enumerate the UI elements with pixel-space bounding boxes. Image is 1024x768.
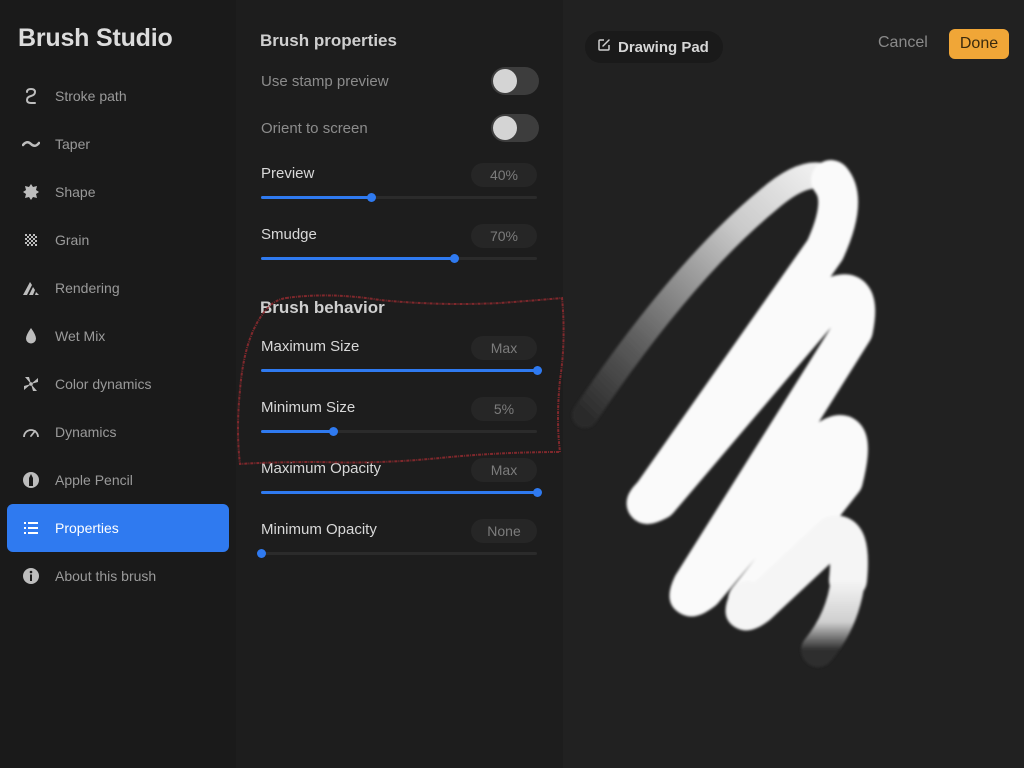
slider-fill [261,430,333,433]
slider-label: Minimum Opacity [261,521,377,538]
sidebar-item-label: Grain [55,232,90,248]
sidebar-item-properties[interactable]: Properties [7,504,229,552]
grain-icon [7,231,55,249]
sidebar-item-label: Rendering [55,280,120,296]
sidebar-item-shape[interactable]: Shape [7,168,229,216]
stroke-path-icon [7,87,55,105]
shape-icon [7,183,55,201]
sidebar-item-rendering[interactable]: Rendering [7,264,229,312]
list-icon [7,519,55,537]
sidebar-item-label: Taper [55,136,91,152]
smudge-slider[interactable] [261,254,537,263]
sidebar-item-label: Dynamics [55,424,117,440]
info-icon [7,567,55,585]
maximum-size-slider-row: Maximum Size Max [261,336,542,388]
smudge-slider-row: Smudge 70% [261,224,539,276]
drawing-pad-title[interactable]: Drawing Pad [585,31,723,63]
slider-label: Smudge [261,226,317,243]
sidebar-item-label: About this brush [55,568,157,584]
rendering-icon [7,279,55,297]
minimum-size-slider[interactable] [261,427,537,436]
slider-fill [261,196,372,199]
sidebar-item-label: Shape [55,184,96,200]
done-button[interactable]: Done [949,29,1009,59]
sidebar-item-label: Wet Mix [55,328,106,344]
toggle-label: Orient to screen [261,119,368,137]
taper-icon [7,135,55,153]
edit-icon [597,38,611,56]
orient-to-screen-toggle[interactable] [491,114,539,142]
sidebar-nav: Stroke path Taper Shape Grain Rendering … [7,72,229,600]
color-dynamics-icon [7,375,55,393]
use-stamp-preview-row: Use stamp preview [261,66,539,96]
toggle-label: Use stamp preview [261,72,389,90]
minimum-opacity-slider-row: Minimum Opacity None [257,519,539,571]
sidebar-item-about-this-brush[interactable]: About this brush [7,552,229,600]
slider-value[interactable]: 5% [471,397,537,421]
slider-label: Maximum Opacity [261,460,382,477]
preview-slider-row: Preview 40% [261,163,539,215]
minimum-opacity-slider[interactable] [257,549,537,558]
brush-properties-heading: Brush properties [260,31,397,50]
slider-fill [261,257,455,260]
sidebar-item-color-dynamics[interactable]: Color dynamics [7,360,229,408]
sidebar-item-grain[interactable]: Grain [7,216,229,264]
toggle-knob [493,116,517,140]
sidebar-item-wet-mix[interactable]: Wet Mix [7,312,229,360]
toggle-knob [493,69,517,93]
brush-behavior-heading: Brush behavior [260,298,385,317]
maximum-opacity-slider-row: Maximum Opacity Max [261,458,542,510]
brush-stroke-preview [572,160,876,667]
slider-value[interactable]: None [471,519,537,543]
sidebar-item-stroke-path[interactable]: Stroke path [7,72,229,120]
slider-thumb[interactable] [450,254,460,263]
sidebar-item-label: Stroke path [55,88,127,104]
sidebar-item-label: Properties [55,520,119,536]
dynamics-icon [7,423,55,441]
cancel-button[interactable]: Cancel [878,34,928,52]
drawing-pad[interactable]: Drawing Pad Cancel Done [563,0,1024,768]
slider-label: Minimum Size [261,399,356,416]
maximum-opacity-slider[interactable] [261,488,542,497]
use-stamp-preview-toggle[interactable] [491,67,539,95]
slider-value[interactable]: 70% [471,224,537,248]
slider-label: Preview [261,165,315,182]
slider-thumb[interactable] [257,549,266,558]
apple-pencil-icon [7,471,55,489]
slider-value[interactable]: Max [471,336,537,360]
sidebar-item-taper[interactable]: Taper [7,120,229,168]
minimum-size-slider-row: Minimum Size 5% [261,397,539,449]
drawing-pad-label: Drawing Pad [618,38,709,56]
slider-label: Maximum Size [261,338,360,355]
slider-thumb[interactable] [533,366,542,375]
slider-thumb[interactable] [533,488,542,497]
sidebar-item-label: Color dynamics [55,376,152,392]
sidebar-item-dynamics[interactable]: Dynamics [7,408,229,456]
app-title: Brush Studio [18,24,173,52]
slider-thumb[interactable] [328,427,338,436]
orient-to-screen-row: Orient to screen [261,113,539,143]
properties-panel: Brush properties Use stamp preview Orien… [236,0,563,768]
maximum-size-slider[interactable] [261,366,542,375]
sidebar-item-apple-pencil[interactable]: Apple Pencil [7,456,229,504]
slider-value[interactable]: Max [471,458,537,482]
preview-slider[interactable] [261,193,537,202]
sidebar: Brush Studio Stroke path Taper Shape Gra… [0,0,236,768]
slider-thumb[interactable] [367,193,377,202]
sidebar-item-label: Apple Pencil [55,472,133,488]
slider-fill [261,369,537,372]
slider-value[interactable]: 40% [471,163,537,187]
slider-fill [261,491,537,494]
wet-mix-icon [7,327,55,345]
